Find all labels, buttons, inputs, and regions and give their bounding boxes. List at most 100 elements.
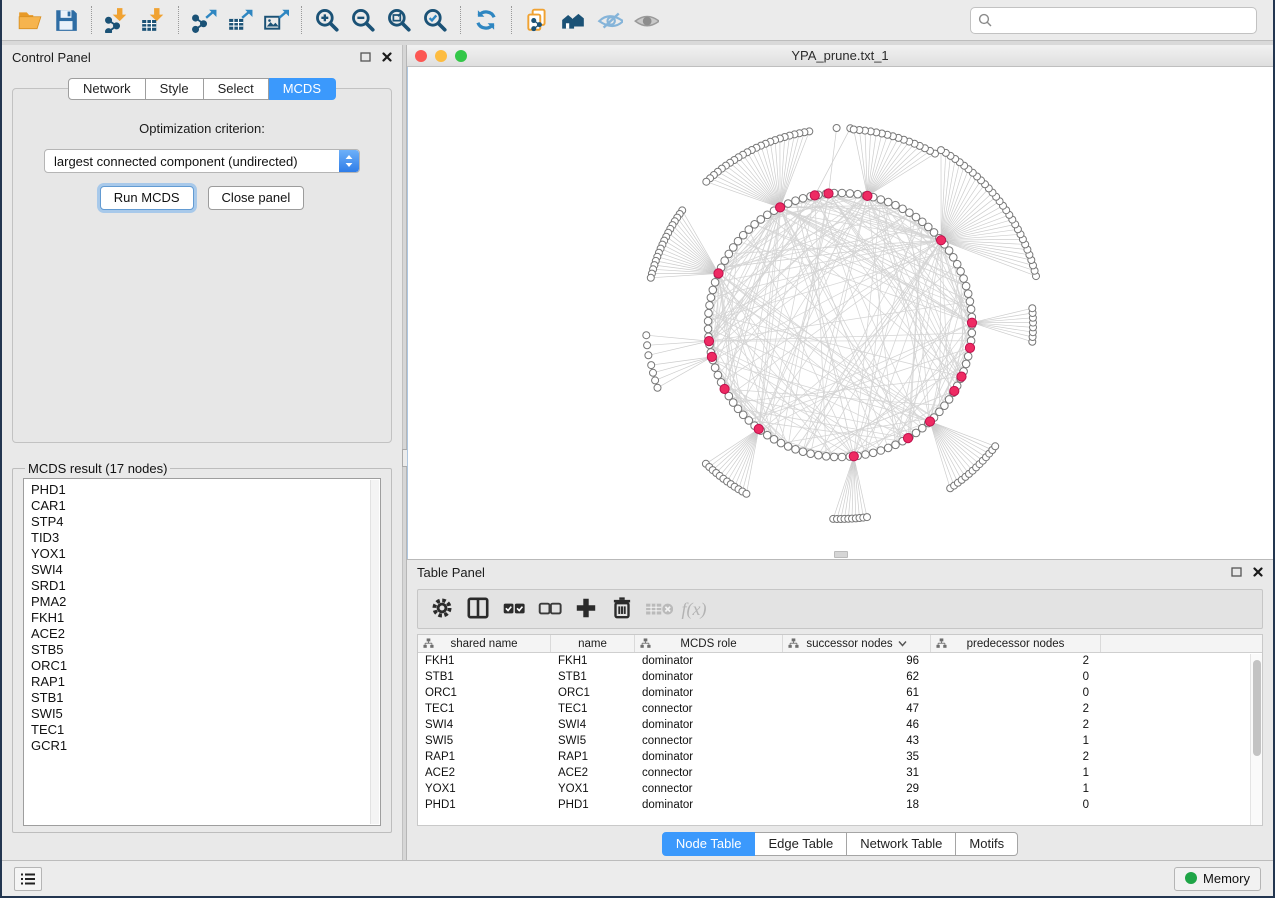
toolbar-group [12,4,84,36]
mcds-node-item[interactable]: SWI4 [31,562,380,578]
mcds-node-item[interactable]: PHD1 [31,482,380,498]
zoom-in-button[interactable] [309,4,345,36]
export-image-button[interactable] [258,4,294,36]
mcds-node-item[interactable]: GCR1 [31,738,380,754]
select-all-columns-button[interactable] [496,592,532,626]
search-icon [978,13,992,27]
table-scrollbar-thumb[interactable] [1253,660,1261,756]
tab-mcds[interactable]: MCDS [269,78,336,100]
table-cell: SWI5 [551,735,635,747]
tab-motifs[interactable]: Motifs [956,832,1018,856]
tab-network-table[interactable]: Network Table [847,832,956,856]
close-panel-icon[interactable] [382,52,392,62]
table-row[interactable]: YOX1YOX1connector291 [418,781,1262,797]
first-neighbors-button[interactable] [555,4,591,36]
table-cell: dominator [635,671,783,683]
network-window: YPA_prune.txt_1 [407,45,1273,560]
mcds-node-item[interactable]: YOX1 [31,546,380,562]
zoom-selected-button[interactable] [417,4,453,36]
add-column-button[interactable] [568,592,604,626]
table-cell: STB1 [551,671,635,683]
mcds-node-item[interactable]: SRD1 [31,578,380,594]
mcds-list-scrollbar[interactable] [370,480,379,824]
hide-selected-button[interactable] [591,4,627,36]
table-row[interactable]: ORC1ORC1dominator610 [418,685,1262,701]
table-cell: FKH1 [418,655,551,667]
run-mcds-button[interactable]: Run MCDS [100,186,194,210]
settings-gear-button[interactable] [424,592,460,626]
deselect-all-columns-button[interactable] [532,592,568,626]
show-all-button[interactable] [627,4,663,36]
column-header-predecessor-nodes[interactable]: predecessor nodes [931,635,1101,652]
mcds-node-item[interactable]: STP4 [31,514,380,530]
table-row[interactable]: ACE2ACE2connector311 [418,765,1262,781]
zoom-out-button[interactable] [345,4,381,36]
tab-edge-table[interactable]: Edge Table [755,832,847,856]
column-header-name[interactable]: name [551,635,635,652]
search-input[interactable] [997,13,1249,28]
mcds-result-group: MCDS result (17 nodes) PHD1CAR1STP4TID3Y… [12,461,392,833]
table-toolbar: f(x) [417,589,1263,629]
fit-content-button[interactable] [381,4,417,36]
close-panel-button[interactable]: Close panel [208,186,305,210]
table-row[interactable]: SWI5SWI5connector431 [418,733,1262,749]
import-table-button[interactable] [135,4,171,36]
mcds-node-item[interactable]: PMA2 [31,594,380,610]
float-panel-icon[interactable] [360,52,371,62]
mcds-node-item[interactable]: TID3 [31,530,380,546]
toolbar-group [186,4,294,36]
export-table-button[interactable] [222,4,258,36]
mcds-node-item[interactable]: TEC1 [31,722,380,738]
memory-button[interactable]: Memory [1174,867,1261,891]
column-header-shared-name[interactable]: shared name [418,635,551,652]
column-label: shared name [450,638,517,650]
table-row[interactable]: SWI4SWI4dominator462 [418,717,1262,733]
close-table-panel-icon[interactable] [1253,567,1263,577]
table-cell: 2 [931,703,1101,715]
mcds-node-item[interactable]: STB1 [31,690,380,706]
table-cell: YOX1 [418,783,551,795]
mcds-node-item[interactable]: CAR1 [31,498,380,514]
clone-network-icon [524,7,550,33]
column-header-MCDS-role[interactable]: MCDS role [635,635,783,652]
save-session-button[interactable] [48,4,84,36]
float-table-panel-icon[interactable] [1231,567,1242,577]
tab-network[interactable]: Network [68,78,146,100]
tab-node-table[interactable]: Node Table [662,832,756,856]
status-bar: Memory [2,860,1273,896]
table-row[interactable]: TEC1TEC1connector472 [418,701,1262,717]
refresh-view-button[interactable] [468,4,504,36]
open-file-button[interactable] [12,4,48,36]
table-cell: SWI4 [418,719,551,731]
criterion-select[interactable]: largest connected component (undirected) [44,149,360,173]
clone-network-button[interactable] [519,4,555,36]
export-network-button[interactable] [186,4,222,36]
import-network-button[interactable] [99,4,135,36]
split-columns-button[interactable] [460,592,496,626]
table-cell: 2 [931,719,1101,731]
mcds-node-item[interactable]: RAP1 [31,674,380,690]
tab-style[interactable]: Style [146,78,204,100]
column-header-successor-nodes[interactable]: successor nodes [783,635,931,652]
tab-select[interactable]: Select [204,78,269,100]
delete-column-button[interactable] [604,592,640,626]
network-view-canvas[interactable] [407,67,1273,559]
mcds-node-item[interactable]: SWI5 [31,706,380,722]
horizontal-divider-grip[interactable] [834,551,848,558]
task-history-button[interactable] [14,867,42,891]
table-cell: 1 [931,783,1101,795]
table-row[interactable]: FKH1FKH1dominator962 [418,653,1262,669]
table-row[interactable]: PHD1PHD1dominator180 [418,797,1262,813]
mcds-node-item[interactable]: FKH1 [31,610,380,626]
table-row[interactable]: STB1STB1dominator620 [418,669,1262,685]
table-cell: 61 [783,687,931,699]
main-toolbar [2,0,1273,41]
table-cell: ORC1 [551,687,635,699]
table-cell: 1 [931,735,1101,747]
mcds-node-item[interactable]: ORC1 [31,658,380,674]
table-cell: TEC1 [551,703,635,715]
add-column-icon [573,595,599,624]
table-row[interactable]: RAP1RAP1dominator352 [418,749,1262,765]
mcds-node-item[interactable]: ACE2 [31,626,380,642]
mcds-node-item[interactable]: STB5 [31,642,380,658]
